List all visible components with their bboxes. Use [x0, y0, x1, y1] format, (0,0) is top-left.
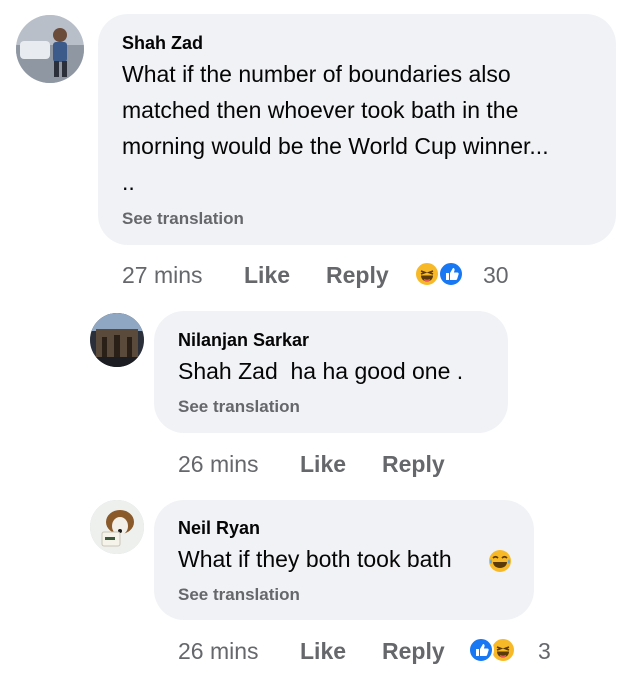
see-translation-link[interactable]: See translation [178, 397, 300, 417]
comment-text: What if they both took bath [178, 546, 452, 572]
comment-timestamp[interactable]: 26 mins [178, 451, 259, 478]
like-reaction-icon [468, 637, 494, 663]
like-button[interactable]: Like [300, 451, 346, 478]
avatar-photo-icon [90, 313, 144, 367]
comment-timestamp[interactable]: 27 mins [122, 262, 203, 289]
reply-button[interactable]: Reply [382, 638, 445, 665]
reaction-count: 3 [538, 638, 551, 664]
comment-text-line: .. [122, 169, 135, 195]
comment-timestamp[interactable]: 26 mins [178, 638, 259, 665]
avatar[interactable] [90, 500, 144, 554]
comment-author[interactable]: Nilanjan Sarkar [178, 330, 309, 351]
reaction-count: 30 [483, 262, 509, 288]
reaction-summary[interactable]: 30 [410, 258, 520, 290]
reply-button[interactable]: Reply [326, 262, 389, 289]
reply-button[interactable]: Reply [382, 451, 445, 478]
see-translation-link[interactable]: See translation [178, 585, 300, 605]
avatar-photo-icon [16, 15, 84, 83]
like-reaction-icon [438, 261, 464, 287]
like-button[interactable]: Like [300, 638, 346, 665]
comment-text-line: matched then whoever took bath in the [122, 97, 519, 123]
haha-reaction-icon [414, 261, 440, 287]
comment-nilanjan-sarkar: Nilanjan Sarkar Shah Zad ha ha good one … [0, 300, 633, 490]
comment-text-line: morning would be the World Cup winner... [122, 133, 549, 159]
comment-author[interactable]: Neil Ryan [178, 518, 260, 539]
comment-author[interactable]: Shah Zad [122, 33, 203, 54]
comment-text: Shah Zad ha ha good one . [178, 358, 464, 384]
comment-text-line: What if the number of boundaries also [122, 61, 511, 87]
avatar[interactable] [90, 313, 144, 367]
see-translation-link[interactable]: See translation [122, 209, 244, 229]
avatar-photo-icon [90, 500, 144, 554]
avatar[interactable] [16, 15, 84, 83]
comment-neil-ryan: Neil Ryan What if they both took bath Se… [0, 490, 633, 680]
comment-shah-zad: Shah Zad What if the number of boundarie… [0, 0, 633, 300]
reaction-summary[interactable]: 3 [466, 634, 566, 666]
like-button[interactable]: Like [244, 262, 290, 289]
laughing-tears-emoji-icon [488, 549, 512, 573]
